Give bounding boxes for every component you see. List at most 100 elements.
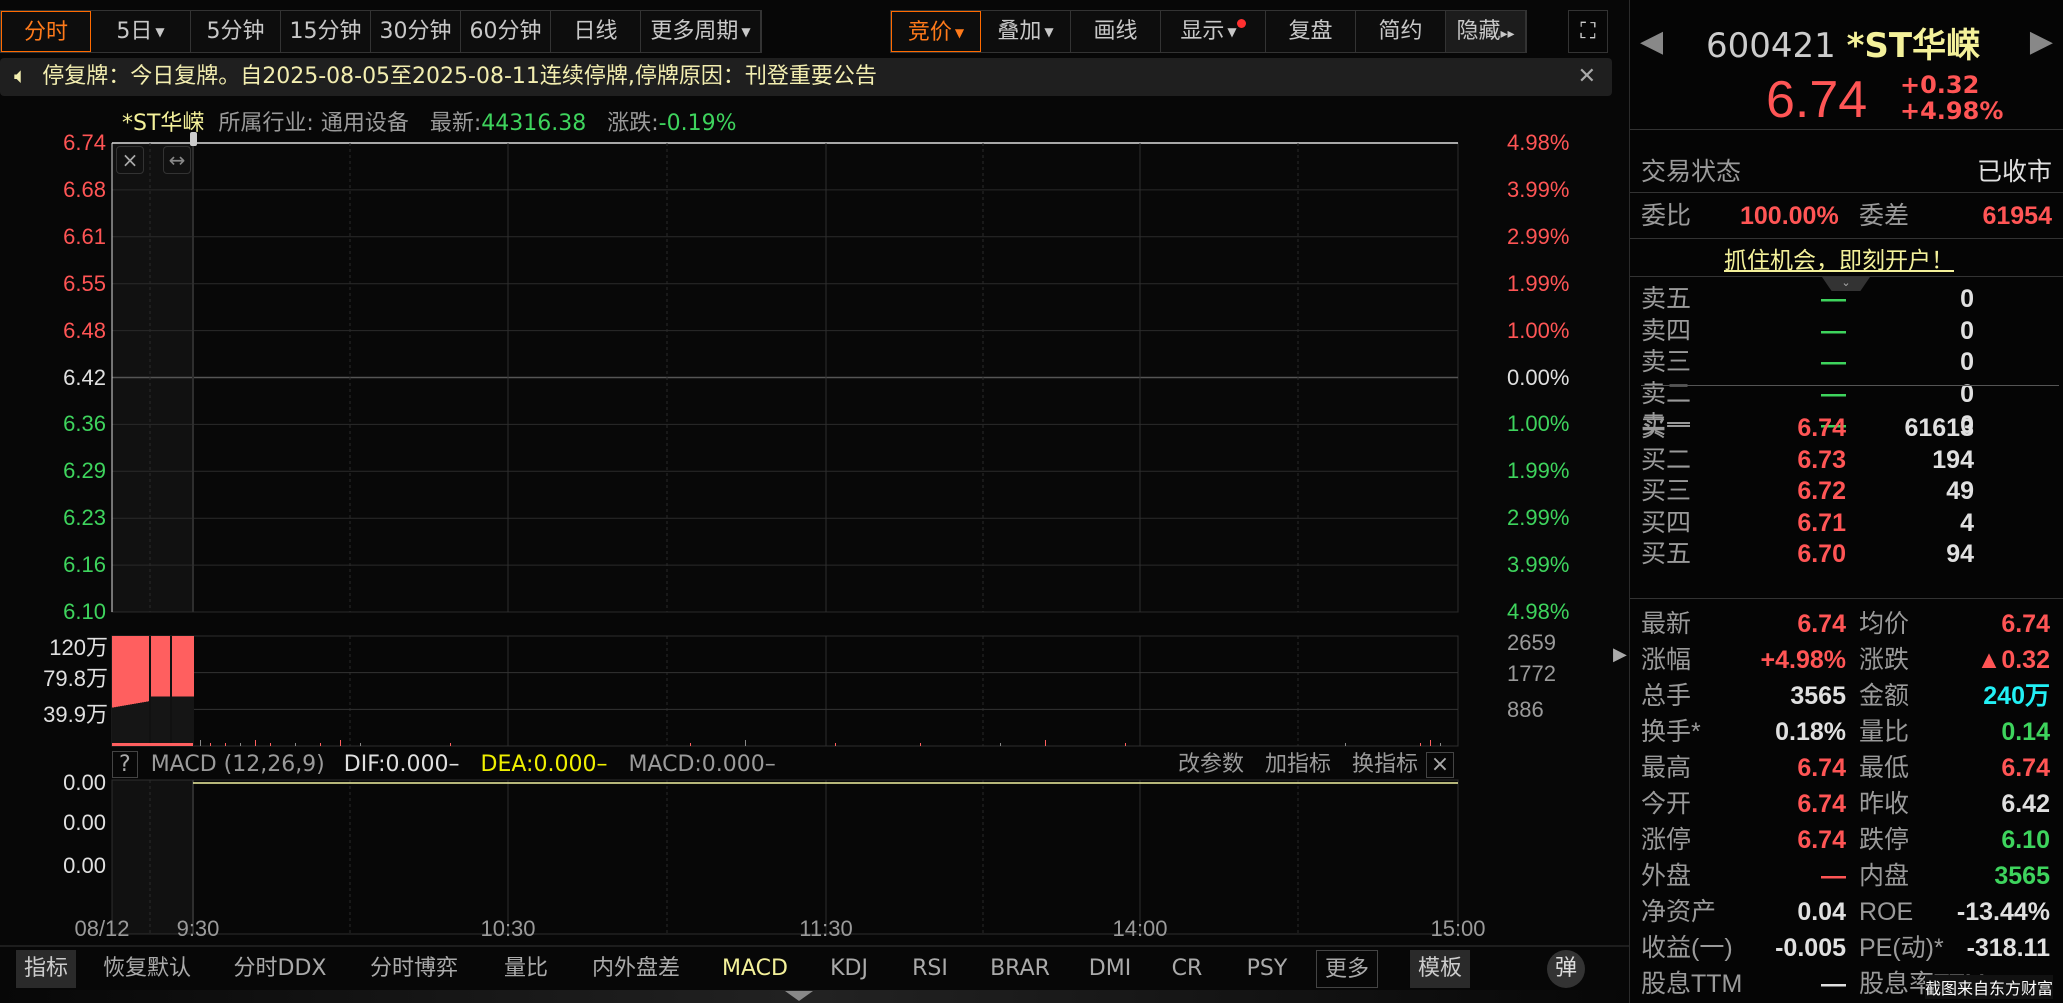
level-price: 6.74 (1797, 414, 1846, 442)
volume-bar (1420, 743, 1421, 746)
auction-match-bar (140, 702, 142, 746)
auction-match-bar (156, 696, 158, 746)
stat-row: 外盘 — 内盘 3565 (1630, 860, 2063, 892)
indicator-tab-0[interactable]: 指标 (15, 950, 77, 988)
collapse-arrow-icon[interactable] (785, 991, 813, 1001)
volume-right-tick-label: 1772 (1507, 660, 1556, 686)
last-price: 6.74 (1766, 71, 1868, 129)
wc-value: 61954 (1982, 202, 2052, 230)
auction-match-bar (128, 704, 130, 746)
stat-v1: 0.18% (1775, 718, 1846, 746)
open-volume-bar (112, 743, 193, 746)
stat-l1: 净资产 (1641, 898, 1717, 926)
wc-label: 委差 (1859, 202, 1910, 230)
close-auction-icon[interactable]: × (116, 146, 144, 174)
indicator-tab-15[interactable]: 弹 (1546, 950, 1586, 988)
open-account-link[interactable]: 抓住机会，即刻开户！ (1724, 244, 1954, 276)
volume-bar (240, 743, 241, 746)
stock-code: 600421 (1706, 26, 1836, 66)
edit-params-button[interactable]: 改参数 (1178, 752, 1244, 777)
stat-l1: 总手 (1641, 682, 1692, 710)
price-tick-label: 6.29 (63, 458, 106, 484)
auction-match-bar (166, 696, 168, 746)
price-tick-label: 6.10 (63, 599, 106, 624)
volume-bar (1125, 743, 1126, 746)
macd-title[interactable]: MACD (12,26,9) (151, 752, 325, 777)
auction-match-bar (164, 696, 166, 746)
volume-plot-area (111, 635, 1459, 747)
price-tick-label: 6.61 (63, 223, 106, 249)
stat-v2: 6.10 (2001, 826, 2050, 854)
auction-match-bar (192, 696, 194, 746)
level-price: — (1821, 285, 1846, 313)
time-tick-label: 10:30 (480, 916, 536, 941)
expand-auction-icon[interactable]: ↔ (163, 146, 191, 174)
stat-l1: 今开 (1641, 790, 1692, 818)
stock-name: *ST华嵘 (1846, 26, 1981, 66)
indicator-tab-13[interactable]: 更多 (1315, 950, 1379, 988)
toggle-panel-arrow-icon[interactable]: ▶ (1613, 630, 1627, 680)
help-button[interactable]: ? (112, 751, 138, 778)
stat-v1: 6.74 (1797, 790, 1846, 818)
indicator-tab-1[interactable]: 恢复默认 (95, 950, 199, 988)
auction-match-bar (118, 706, 120, 746)
indicator-tab-5[interactable]: 内外盘差 (584, 950, 688, 988)
stat-l1: 收益(一) (1641, 934, 1733, 962)
stat-v1: 6.74 (1797, 754, 1846, 782)
level-label: 卖五 (1641, 285, 1692, 313)
indicator-tab-3[interactable]: 分时博弈 (362, 950, 466, 988)
volume-bar (920, 743, 921, 746)
indicator-tab-14[interactable]: 模板 (1409, 950, 1471, 988)
orderbook-row: 买五 6.70 94 (1630, 538, 2063, 570)
indicator-tab-4[interactable]: 量比 (496, 950, 556, 988)
volume-right-tick-label: 2659 (1507, 630, 1556, 655)
pct-tick-label: 4.98% (1507, 130, 1570, 155)
stat-v2: 240万 (1983, 682, 2050, 710)
macd-value: MACD:0.000– (628, 752, 776, 777)
indicator-tab-12[interactable]: PSY (1239, 950, 1296, 988)
indicator-tab-11[interactable]: CR (1164, 950, 1211, 988)
intraday-chart[interactable] (0, 0, 1629, 1003)
auction-match-bar (178, 696, 180, 746)
volume-bar (1430, 740, 1431, 746)
auction-match-bar (152, 696, 154, 746)
stat-v1: -0.005 (1775, 934, 1846, 962)
pct-tick-label: 0.00% (1507, 364, 1570, 390)
volume-bar (450, 743, 451, 746)
volume-tick-label: 79.8万 (43, 665, 108, 691)
dif-value: DIF:0.000– (343, 752, 460, 777)
switch-indicator-button[interactable]: 换指标 (1352, 752, 1418, 777)
level-price: — (1821, 348, 1846, 376)
level-volume: 0 (1960, 285, 1974, 313)
indicator-tab-7[interactable]: KDJ (822, 950, 876, 988)
stat-l2: 量比 (1859, 718, 1910, 746)
level-volume: 194 (1932, 445, 1974, 474)
orderbook-row: 买二 6.73 194 (1630, 444, 2063, 476)
indicator-tab-9[interactable]: BRAR (982, 950, 1058, 988)
dea-value: DEA:0.000– (480, 752, 608, 777)
auction-match-bar (180, 696, 182, 746)
next-stock-icon[interactable]: ▶ (2030, 24, 2053, 59)
stat-l2: 昨收 (1859, 790, 1910, 818)
auction-match-bar (184, 696, 186, 746)
stat-row: 总手 3565 金额 240万 (1630, 680, 2063, 712)
indicator-tab-6[interactable]: MACD (714, 950, 796, 988)
stat-v2: ▲0.32 (1976, 646, 2050, 674)
auction-macd-area (112, 780, 193, 934)
auction-match-bar (176, 696, 178, 746)
indicator-tab-2[interactable]: 分时DDX (226, 950, 335, 988)
pct-tick-label: 1.00% (1507, 317, 1570, 343)
collapse-bar[interactable] (0, 990, 1629, 1003)
prev-stock-icon[interactable]: ◀ (1640, 24, 1663, 59)
indicator-tab-8[interactable]: RSI (904, 950, 956, 988)
stat-row: 涨幅 +4.98% 涨跌 ▲0.32 (1630, 644, 2063, 676)
indicator-tab-10[interactable]: DMI (1081, 950, 1139, 988)
auction-match-bar (112, 707, 114, 746)
auction-match-bar (182, 696, 184, 746)
auction-match-bar (186, 696, 188, 746)
close-indicator-icon[interactable]: × (1426, 752, 1454, 778)
add-indicator-button[interactable]: 加指标 (1265, 752, 1331, 777)
wb-value: 100.00% (1740, 202, 1839, 230)
stat-l2: PE(动)* (1859, 934, 1944, 962)
stat-v2: 6.42 (2001, 790, 2050, 818)
